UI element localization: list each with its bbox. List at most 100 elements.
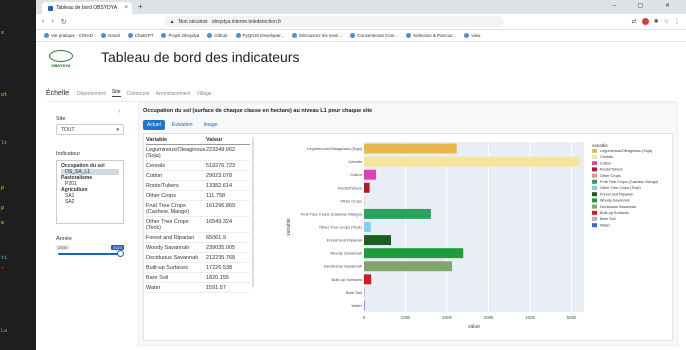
bar [364, 287, 365, 298]
bookmark-item[interactable]: view [464, 33, 480, 39]
bookmark-item[interactable]: Projet Obsydya [161, 33, 199, 39]
close-tab-icon[interactable]: × [124, 5, 128, 11]
bookmark-item[interactable]: Découvrez les envir... [292, 33, 342, 39]
legend-swatch [592, 198, 597, 203]
bar [364, 235, 392, 246]
extensions-puzzle-icon[interactable]: ✱ [654, 18, 659, 25]
legend-swatch [592, 223, 597, 228]
year-label: Année [56, 236, 72, 242]
back-icon[interactable]: ‹ [42, 18, 44, 25]
y-tick-label: Roots/Tubers [338, 185, 362, 190]
translate-icon[interactable]: ⇄ [632, 18, 637, 25]
table-row: Roots/Tubers 13382.614 [146, 181, 250, 191]
legend-entry: Other Crops [600, 174, 621, 178]
table-row: Other Tree Crops (Teck) 16549.324 [146, 217, 250, 233]
y-axis-label: variable [286, 218, 292, 236]
x-tick-label: 400k [525, 315, 536, 320]
y-tick-label: Other Tree Crops (Teck) [319, 225, 363, 230]
tab-image[interactable]: Image [199, 120, 221, 130]
y-tick-label: Other Crops [340, 198, 362, 203]
variable-cell: Leguminous/Oleaginous (Soja) [146, 146, 206, 159]
sidebar-collapse-icon[interactable]: ‹ [118, 108, 120, 115]
terminal-glyph: - [1, 265, 5, 271]
table-header: Variable Valeur [146, 137, 250, 145]
url-field[interactable]: ▲ Non sécurisé obsydya.interne.teledetec… [163, 16, 504, 27]
variable-cell: Bare Soil [146, 274, 169, 281]
bookmark-item[interactable]: PyQGIS Developer... [235, 33, 284, 39]
value-cell: 29023.078 [206, 172, 232, 179]
browser-tab[interactable]: Tableau de bord OBSYDYA × [42, 2, 132, 14]
legend-entry: Forest and Riparian [600, 192, 633, 196]
legend-swatch [592, 155, 597, 159]
extension-icon[interactable] [641, 18, 649, 25]
x-axis-label: value [468, 324, 480, 330]
legend-swatch [592, 179, 597, 184]
nav-tab-arrondissement[interactable]: Arrondissement [156, 91, 191, 97]
indicator-listbox[interactable]: Occupation du sol OS_SA_L1 Pastoralisme P20… [56, 160, 124, 224]
indicator-option[interactable]: SA2 [61, 199, 119, 205]
value-cell: 161296.869 [206, 202, 236, 209]
value-cell: 223349.062 [206, 146, 236, 153]
toolbar-icons: ⇄ ✱ ☆ ⋮ [632, 18, 680, 25]
bookmark-icon [350, 33, 356, 39]
table-scrollbar[interactable] [252, 137, 254, 287]
value-cell: 111.758 [206, 192, 226, 199]
site-select[interactable]: TOUT ▾ [56, 124, 124, 135]
nav-tab-département[interactable]: Département [77, 91, 106, 97]
table-row: Leguminous/Oleaginous (Soja) 223349.062 [146, 145, 250, 161]
nav-tab-commune[interactable]: Commune [127, 91, 150, 97]
terminal-glyph: p [1, 205, 5, 211]
terminal-glyph: e [1, 220, 5, 226]
bookmark-item[interactable]: ChatGPT [127, 33, 153, 39]
bookmark-item[interactable]: Gmail [100, 33, 120, 39]
bookmark-icon [464, 33, 470, 39]
legend-swatch [592, 167, 597, 172]
site-label: Site [56, 116, 66, 122]
forward-icon[interactable]: › [51, 18, 53, 25]
table-row: Bare Soil 1820.155 [146, 273, 250, 283]
address-bar: ‹ › ↻ ▲ Non sécurisé obsydya.interne.tel… [36, 14, 686, 30]
bookmark-item[interactable]: Vie pratique - CIRAD [44, 33, 93, 39]
bookmarks-bar: Vie pratique - CIRAD Gmail ChatGPT Projet O… [36, 30, 686, 42]
variable-cell: Other Tree Crops (Teck) [146, 218, 189, 231]
table-row: Woody Savannah 239035.005 [146, 243, 250, 253]
nav-tab-site[interactable]: Site [111, 89, 121, 97]
y-tick-label: Water [351, 303, 362, 308]
variable-cell: Other Crops [146, 192, 176, 199]
tab-evolution[interactable]: Evolution [168, 120, 197, 130]
y-tick-label: Forest and Riparian [327, 238, 362, 243]
column-header: Valeur [206, 137, 223, 143]
menu-icon[interactable]: ⋮ [674, 18, 680, 25]
terminal-glyph: ot [1, 92, 8, 98]
new-tab-button[interactable]: + [138, 2, 143, 11]
bookmark-item[interactable]: Sélection & Parcour... [406, 33, 456, 39]
legend-entry: Built-up Surfaces [600, 211, 629, 215]
values-table: Variable Valeur Leguminous/Oleaginous (Soj… [146, 137, 250, 293]
legend-swatch [592, 192, 597, 197]
plot-area [364, 142, 584, 312]
view-tabs: Actuel Evolution Image [143, 120, 221, 130]
reload-icon[interactable]: ↻ [61, 18, 67, 26]
tab-actuel[interactable]: Actuel [143, 120, 165, 130]
terminal-glyph: La [1, 328, 8, 334]
bookmark-label: Github [214, 32, 228, 38]
variable-cell: Cotton [146, 172, 163, 179]
year-slider[interactable]: 2000 2023 [56, 245, 124, 259]
warning-icon[interactable]: ▲ [170, 19, 175, 25]
bookmark-star-icon[interactable]: ☆ [664, 18, 669, 25]
legend-swatch [592, 148, 597, 153]
bookmark-icon [235, 33, 241, 39]
variable-cell: Roots/Tubers [146, 182, 179, 189]
slider-handle[interactable] [117, 250, 124, 257]
bar [364, 248, 464, 259]
bookmark-icon [161, 33, 167, 39]
window-controls[interactable]: – ▢ ✕ [613, 2, 680, 9]
terminal-glyph: ls [1, 140, 8, 146]
bookmark-item[interactable]: Github [207, 32, 228, 39]
year-min-label: 2000 [56, 245, 69, 250]
nav-tab-village[interactable]: Village [197, 91, 212, 97]
site-select-value: TOUT [61, 126, 75, 133]
bookmark-icon [100, 33, 106, 39]
bookmark-item[interactable]: Conventional Com... [350, 33, 398, 39]
value-cell: 17226.538 [206, 264, 232, 271]
